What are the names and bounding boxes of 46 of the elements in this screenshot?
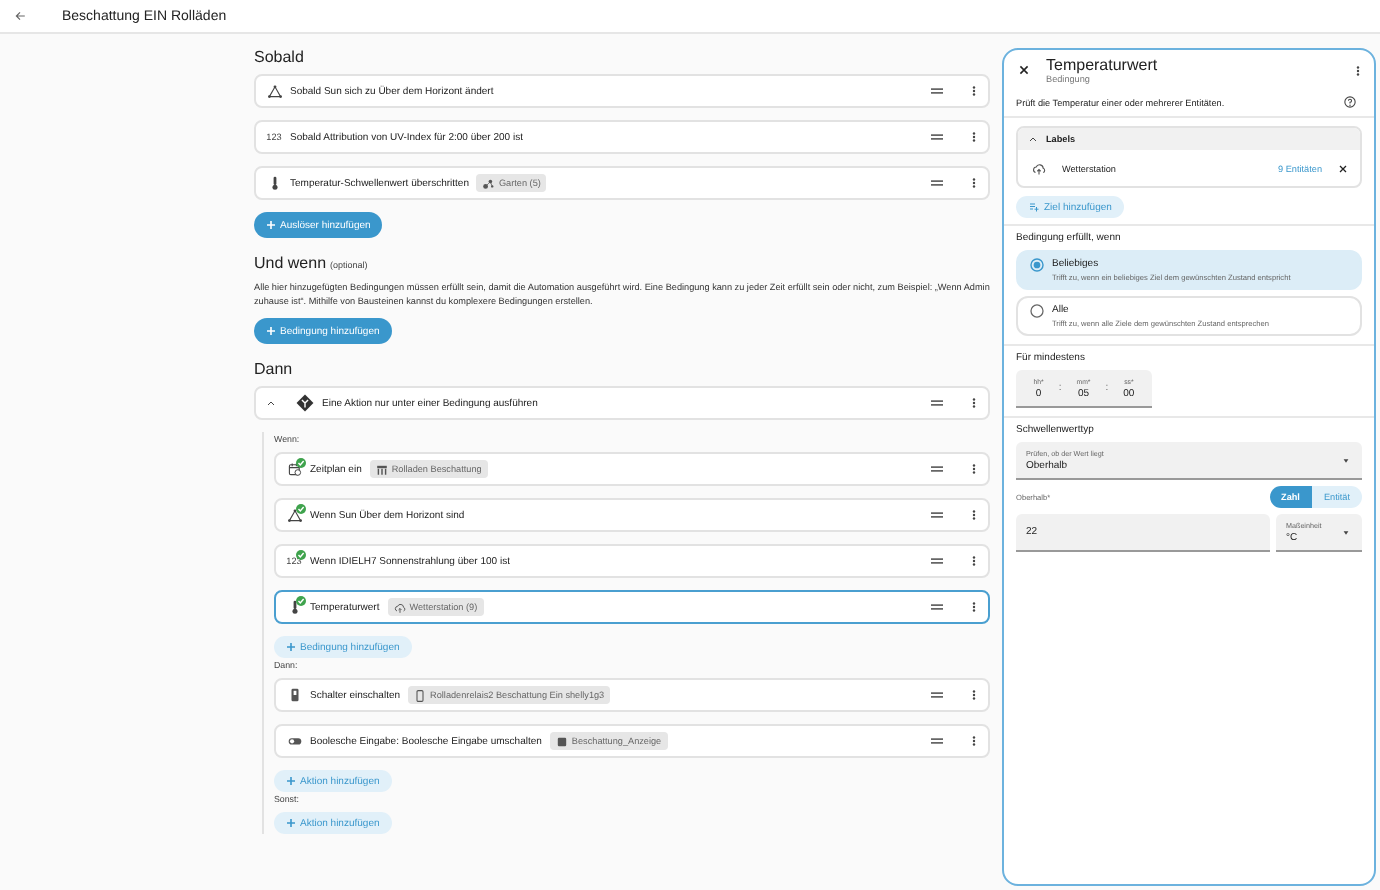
- calendar-icon: [287, 462, 301, 476]
- drag-handle-icon: [930, 692, 944, 698]
- check-badge-icon: [296, 457, 306, 467]
- check-badge-icon: [296, 503, 306, 513]
- section-heading: Und wenn: [254, 254, 327, 272]
- drag-handle-icon: [930, 738, 944, 744]
- sun-graph-icon: [267, 84, 281, 98]
- table-icon: [375, 463, 388, 475]
- section-heading: Dann: [254, 360, 293, 378]
- radio-icon[interactable]: [1030, 304, 1044, 318]
- dropdown-caret-icon: [1342, 529, 1350, 535]
- drag-handle-icon: [930, 134, 944, 140]
- close-icon[interactable]: [1338, 163, 1348, 173]
- cloud-icon: [393, 601, 406, 613]
- help-icon: [1344, 96, 1356, 108]
- phone-icon: [414, 689, 427, 701]
- drag-handle-icon: [930, 604, 944, 610]
- panel-title: Temperaturwert: [1046, 56, 1160, 74]
- sun-graph-icon: [287, 508, 301, 522]
- toggle-icon: [287, 734, 301, 748]
- square-icon: [555, 735, 568, 747]
- close-icon[interactable]: [1018, 64, 1030, 76]
- thermometer-icon: [267, 176, 281, 190]
- check-badge-icon: [296, 595, 306, 605]
- drag-handle-icon: [930, 400, 944, 406]
- cloud-icon: [1032, 161, 1046, 175]
- plus-icon: [286, 642, 296, 652]
- drag-handle-icon: [930, 512, 944, 518]
- diamond-icon: [296, 394, 314, 412]
- check-badge-icon: [296, 549, 306, 559]
- plus-icon: [266, 326, 276, 336]
- network-icon: [482, 177, 495, 189]
- radio-icon[interactable]: [1030, 258, 1044, 272]
- plus-icon: [286, 776, 296, 786]
- drag-handle-icon: [930, 180, 944, 186]
- plus-icon: [286, 818, 296, 828]
- dropdown-caret-icon: [1342, 457, 1350, 463]
- target-plus-icon: [1028, 202, 1040, 212]
- section-heading: Sobald: [254, 48, 304, 66]
- drag-handle-icon: [930, 88, 944, 94]
- thermometer-icon: [287, 600, 301, 614]
- drag-handle-icon: [930, 466, 944, 472]
- plus-icon: [266, 220, 276, 230]
- drag-handle-icon: [930, 558, 944, 564]
- light-switch-icon: [287, 688, 301, 702]
- back-arrow-icon[interactable]: [14, 10, 26, 22]
